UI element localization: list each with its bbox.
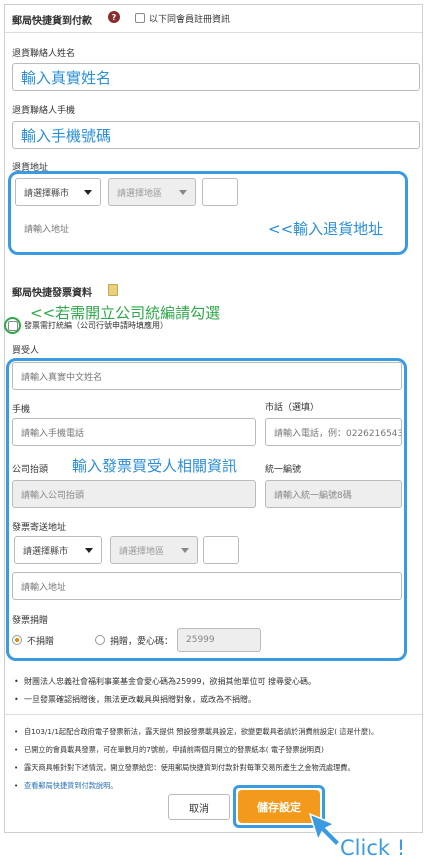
cancel-button[interactable]: 取消 bbox=[168, 794, 230, 820]
return-address-note: <<輸入退貨地址 bbox=[268, 220, 384, 238]
company-invoice-checkbox[interactable] bbox=[8, 321, 18, 331]
list-item: 財團法人忠義社會福利事業基金會愛心碼為25999，欲捐其他單位可 搜尋愛心碼。 bbox=[14, 676, 316, 688]
same-as-member-checkbox[interactable] bbox=[135, 13, 145, 23]
invoice-city-select-value: 請選擇縣市 bbox=[23, 546, 69, 557]
donate-code-input[interactable]: 25999 bbox=[177, 628, 261, 652]
list-item: 自103/1/1起配合政府電子發票新法，露天提供 預設發票載具設定，欲變更載具者… bbox=[14, 726, 378, 738]
chevron-down-icon bbox=[179, 189, 187, 195]
info-icon[interactable]: ? bbox=[108, 11, 120, 23]
no-donate-label: 不捐贈 bbox=[27, 637, 55, 647]
chevron-down-icon bbox=[181, 547, 189, 553]
invoice-district-select-value: 請選擇地區 bbox=[119, 546, 165, 557]
list-item: 露天商具帳針對下述情況，開立發票給您：使用郵局快捷貨到付款針對每筆交易所產生之金… bbox=[14, 762, 378, 774]
invoice-district-select[interactable]: 請選擇地區 bbox=[110, 536, 198, 564]
return-city-select-value: 請選擇縣市 bbox=[24, 188, 70, 199]
company-title-input[interactable]: 請輸入公司抬頭 bbox=[12, 480, 256, 508]
return-district-select-value: 請選擇地區 bbox=[117, 188, 163, 199]
tel-label: 市話（選填） bbox=[265, 403, 320, 413]
divider bbox=[5, 32, 422, 33]
return-district-select[interactable]: 請選擇地區 bbox=[108, 178, 196, 206]
return-name-input[interactable]: 輸入真實姓名 bbox=[12, 63, 420, 91]
mobile-label: 手機 bbox=[12, 405, 31, 415]
chevron-down-icon bbox=[84, 189, 92, 195]
chevron-down-icon bbox=[85, 547, 93, 553]
page-title: 郵局快捷貨到付款 bbox=[12, 16, 92, 27]
return-zip-input[interactable] bbox=[202, 178, 238, 206]
company-title-label: 公司抬頭 bbox=[12, 465, 49, 475]
invoice-zip-input[interactable] bbox=[203, 536, 239, 564]
tax-id-label: 統一編號 bbox=[265, 465, 302, 475]
company-invoice-label: 發票需打統編（公司行號申請時填應用） bbox=[24, 321, 168, 330]
return-name-label: 退貨聯絡人姓名 bbox=[12, 49, 76, 59]
invoice-city-select[interactable]: 請選擇縣市 bbox=[14, 536, 102, 564]
receipt-icon bbox=[108, 284, 118, 296]
click-annotation: Click ! bbox=[340, 836, 406, 860]
list-item: 一旦發票確認捐贈後，無法更改載具與捐贈對象，或改為不捐贈。 bbox=[14, 694, 316, 706]
donate-radio-label: 捐贈，愛心碼： bbox=[110, 637, 174, 647]
return-phone-label: 退貨聯絡人手機 bbox=[12, 106, 76, 116]
same-as-member-label: 以下同會員註冊資訊 bbox=[149, 15, 231, 25]
mailing-address-label: 發票寄送地址 bbox=[12, 523, 67, 533]
no-donate-radio[interactable] bbox=[12, 635, 22, 645]
tax-id-input[interactable]: 請輸入統一編號8碼 bbox=[265, 480, 402, 508]
return-city-select[interactable]: 請選擇縣市 bbox=[15, 178, 101, 206]
mobile-input[interactable]: 請輸入手機電話 bbox=[12, 418, 256, 446]
tel-input[interactable]: 請輸入電話，例：02262165432 bbox=[265, 418, 402, 446]
invoice-section-title: 郵局快捷發票資料 bbox=[12, 288, 92, 299]
donate-radio[interactable] bbox=[95, 635, 105, 645]
donation-notes: 財團法人忠義社會福利事業基金會愛心碼為25999，欲捐其他單位可 搜尋愛心碼。 … bbox=[14, 676, 316, 712]
donate-label: 發票捐贈 bbox=[12, 616, 49, 626]
invoice-info-highlight bbox=[6, 358, 407, 661]
return-address-input[interactable]: 請輸入地址 bbox=[15, 214, 263, 242]
list-item: 已開立的會員載具發票，可在單數月的7號前，申請前兩個月開立的發票紙本( 電子發票… bbox=[14, 744, 378, 756]
invoice-info-note: 輸入發票買受人相關資訊 bbox=[72, 457, 238, 475]
return-phone-input[interactable]: 輸入手機號碼 bbox=[12, 121, 420, 149]
buyer-label: 買受人 bbox=[12, 346, 40, 356]
divider bbox=[5, 714, 422, 715]
buyer-name-input[interactable]: 請輸入真實中文姓名 bbox=[12, 362, 402, 390]
invoice-address-input[interactable]: 請輸入地址 bbox=[12, 572, 402, 600]
